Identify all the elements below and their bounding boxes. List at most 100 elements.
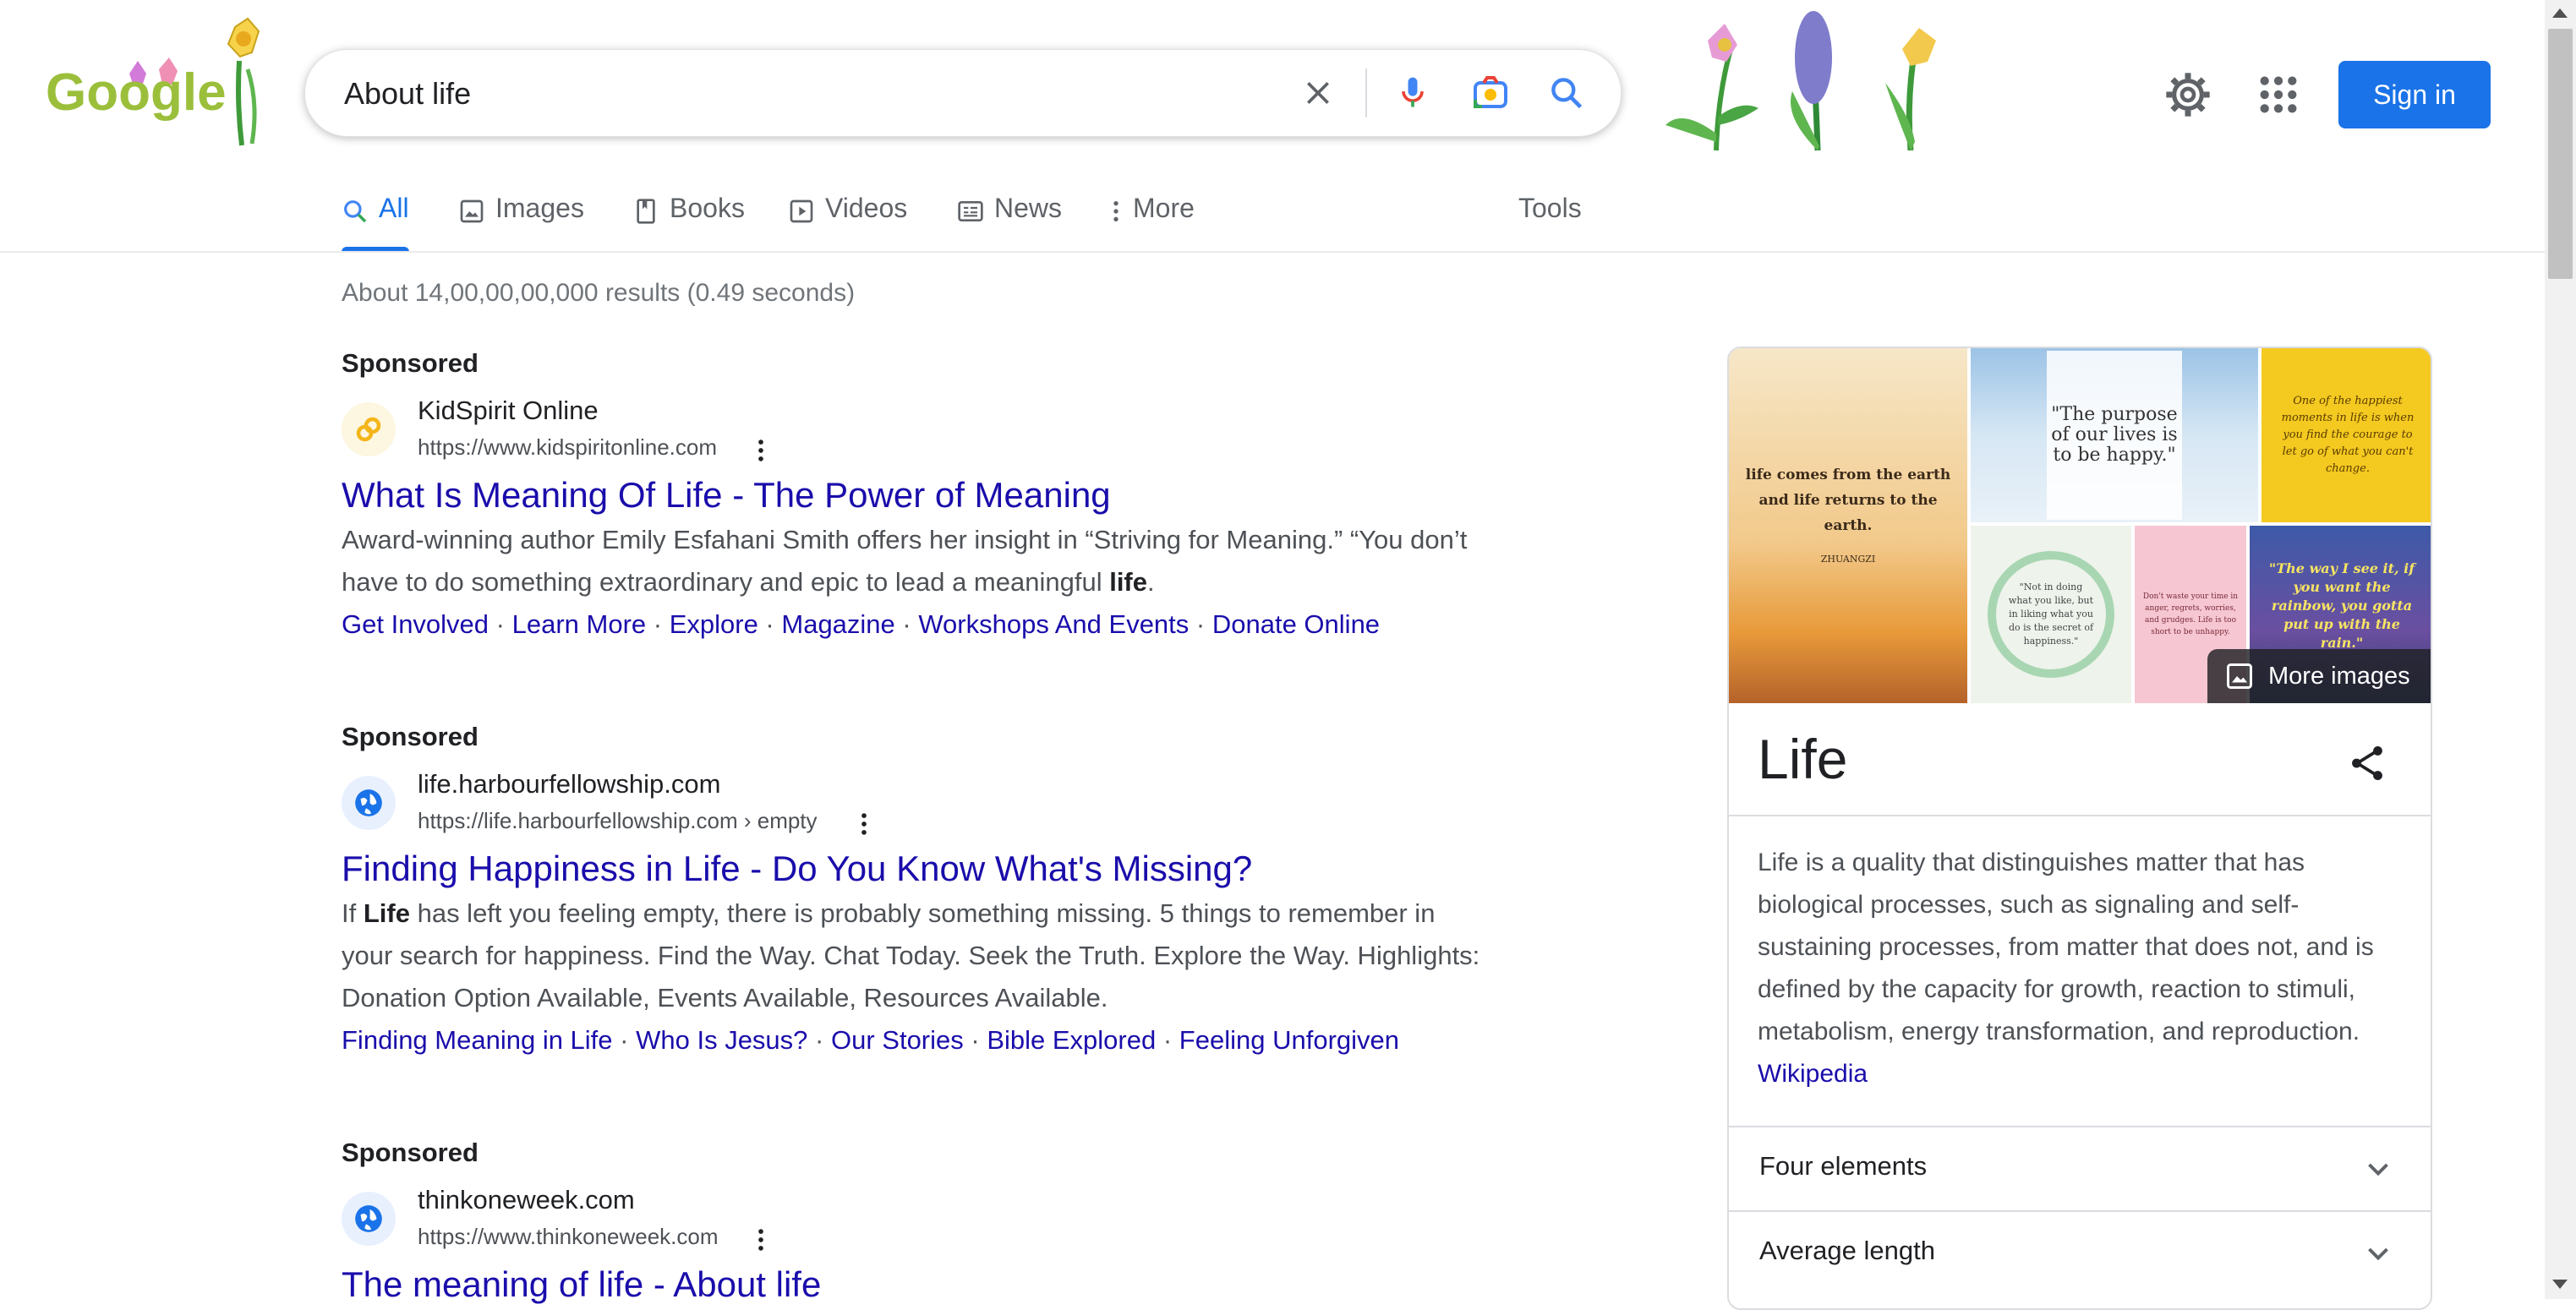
scrollbar-thumb[interactable]	[2548, 29, 2573, 279]
image-quote-text: life comes from the earth and life retur…	[1745, 466, 1951, 534]
favicon	[342, 1192, 396, 1246]
tab-label: More	[1133, 193, 1195, 223]
sitelinks: Get Involved · Learn More · Explore · Ma…	[342, 609, 1381, 639]
link-chain-icon	[356, 417, 381, 442]
camera-lens-icon[interactable]	[1467, 69, 1514, 117]
tab-books[interactable]: Books	[632, 181, 745, 252]
accordion-average-length[interactable]: Average length	[1729, 1210, 2431, 1295]
more-options-icon[interactable]	[856, 810, 872, 838]
sitelinks: Finding Meaning in Life · Who Is Jesus? …	[342, 1025, 1399, 1055]
sponsored-result: Sponsored life.harbourfellowship.com htt…	[342, 722, 1483, 1062]
search-box	[304, 49, 1622, 138]
result-stats: About 14,00,00,00,000 results (0.49 seco…	[342, 279, 856, 307]
site-url: https://life.harbourfellowship.com › emp…	[418, 808, 818, 833]
sitelink[interactable]: Our Stories	[831, 1025, 964, 1055]
tab-more[interactable]: More	[1109, 181, 1195, 252]
globe-icon	[355, 1205, 382, 1232]
news-icon	[958, 201, 983, 221]
sitelink[interactable]: Get Involved	[342, 609, 489, 639]
scroll-up-arrow-icon[interactable]	[2552, 8, 2568, 18]
ad-title-link[interactable]: What Is Meaning Of Life - The Power of M…	[342, 472, 1483, 519]
settings-gear-icon[interactable]	[2164, 71, 2212, 118]
quote-image[interactable]: life comes from the earth and life retur…	[1729, 348, 1967, 703]
site-url: https://www.kidspiritonline.com	[418, 434, 718, 460]
chevron-down-icon	[2368, 1163, 2388, 1176]
site-name: KidSpirit Online	[418, 396, 599, 425]
more-images-label: More images	[2268, 662, 2410, 690]
tabs-divider	[0, 251, 2545, 253]
accordion-label: Four elements	[1759, 1151, 1928, 1181]
chevron-down-icon	[2368, 1247, 2388, 1261]
ad-description: Award-winning author Emily Esfahani Smit…	[342, 519, 1483, 603]
tab-label: Images	[495, 193, 584, 223]
sponsored-result: Sponsored KidSpirit Online https://www.k…	[342, 348, 1483, 646]
google-logo[interactable]: Google	[41, 10, 269, 154]
scroll-down-arrow-icon[interactable]	[2552, 1280, 2568, 1289]
page-scrollbar[interactable]	[2545, 0, 2576, 1299]
sitelink[interactable]: Learn More	[512, 609, 647, 639]
tab-news[interactable]: News	[957, 181, 1062, 252]
microphone-icon[interactable]	[1389, 69, 1436, 117]
logo-text: Google	[46, 63, 227, 122]
desc-text: If	[342, 898, 364, 928]
search-icon	[344, 200, 367, 223]
image-quote-text: "The way I see it, if you want the rainb…	[2268, 560, 2415, 651]
site-name: thinkoneweek.com	[418, 1185, 635, 1214]
book-icon	[637, 199, 655, 224]
knowledge-panel: life comes from the earth and life retur…	[1727, 347, 2432, 1310]
wikipedia-link[interactable]: Wikipedia	[1758, 1060, 1868, 1088]
ad-title-link[interactable]: The meaning of life - About life	[342, 1261, 1483, 1308]
search-input[interactable]	[342, 50, 1276, 138]
ad-source[interactable]: life.harbourfellowship.com https://life.…	[342, 761, 1483, 845]
ad-description: If Life has left you feeling empty, ther…	[342, 892, 1483, 1019]
tab-videos[interactable]: Videos	[788, 181, 907, 252]
sitelink[interactable]: Finding Meaning in Life	[342, 1025, 613, 1055]
ad-source[interactable]: KidSpirit Online https://www.kidspiriton…	[342, 387, 1483, 472]
quote-image[interactable]: "Not in doing what you like, but in liki…	[1971, 526, 2131, 703]
image-icon	[2227, 663, 2252, 689]
tab-label: Books	[670, 193, 745, 223]
tab-label: Videos	[825, 193, 908, 223]
image-collage[interactable]: life comes from the earth and life retur…	[1729, 348, 2431, 703]
sitelink[interactable]: Magazine	[781, 609, 894, 639]
accordion-label: Average length	[1759, 1236, 1935, 1265]
tools-button[interactable]: Tools	[1518, 193, 1582, 224]
ad-source[interactable]: thinkoneweek.com https://www.thinkonewee…	[342, 1176, 1483, 1261]
doodle-flowers-image	[1657, 7, 1961, 155]
image-quote-author: ZHUANGZI	[1820, 553, 1876, 565]
image-quote-text: Don't waste your time in anger, regrets,…	[2142, 592, 2239, 636]
sitelink[interactable]: Explore	[670, 609, 758, 639]
sponsored-label: Sponsored	[342, 348, 479, 378]
play-icon	[790, 199, 813, 223]
image-quote-text: One of the happiest moments in life is w…	[2281, 395, 2415, 475]
more-vert-icon	[1113, 201, 1118, 221]
sitelink[interactable]: Donate Online	[1212, 609, 1380, 639]
sitelink[interactable]: Who Is Jesus?	[636, 1025, 807, 1055]
image-quote-text: "The purpose of our lives is to be happy…	[2047, 351, 2182, 520]
more-options-icon[interactable]	[752, 1225, 769, 1254]
clear-icon[interactable]	[1294, 69, 1342, 117]
tab-images[interactable]: Images	[458, 181, 584, 252]
google-apps-icon[interactable]	[2255, 71, 2302, 118]
accordion-four-elements[interactable]: Four elements	[1729, 1126, 2431, 1210]
desc-bold: Life	[363, 898, 410, 928]
more-images-button[interactable]: More images	[2207, 649, 2431, 703]
sponsored-label: Sponsored	[342, 722, 479, 751]
sitelink[interactable]: Feeling Unforgiven	[1179, 1025, 1399, 1055]
quote-image[interactable]: One of the happiest moments in life is w…	[2262, 348, 2431, 522]
share-icon[interactable]	[2346, 742, 2388, 784]
image-quote-text: "Not in doing what you like, but in liki…	[1988, 551, 2114, 678]
tab-label: All	[379, 193, 409, 223]
search-icon[interactable]	[1543, 69, 1590, 117]
tab-all[interactable]: All	[342, 181, 409, 252]
entity-title: Life	[1758, 728, 1848, 790]
more-options-icon[interactable]	[752, 436, 769, 465]
image-icon	[460, 199, 484, 223]
sitelink[interactable]: Workshops And Events	[918, 609, 1189, 639]
ad-title-link[interactable]: Finding Happiness in Life - Do You Know …	[342, 845, 1483, 892]
sitelink[interactable]: Bible Explored	[987, 1025, 1156, 1055]
sign-in-button[interactable]: Sign in	[2338, 61, 2491, 128]
favicon	[342, 776, 396, 830]
entity-description: Life is a quality that distinguishes mat…	[1758, 842, 2409, 1095]
quote-image[interactable]: "The purpose of our lives is to be happy…	[1971, 348, 2258, 522]
